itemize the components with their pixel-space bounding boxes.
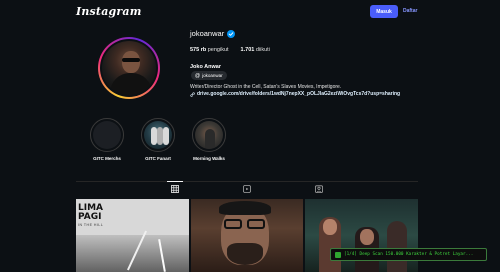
reels-icon[interactable] bbox=[243, 185, 251, 193]
threads-badge[interactable]: @ jokoanwar bbox=[191, 71, 227, 80]
following-label: diikuti bbox=[255, 47, 270, 53]
highlight-cover bbox=[195, 121, 223, 149]
profile-username-row: jokoanwar bbox=[190, 29, 236, 38]
signup-link[interactable]: Daftar bbox=[403, 8, 417, 14]
status-indicator-icon bbox=[335, 251, 341, 258]
highlight-cover bbox=[93, 121, 121, 149]
profile-avatar[interactable] bbox=[98, 37, 160, 99]
post-poster-title: LIMA PAGI bbox=[78, 203, 104, 222]
highlight-label: Morning Walks bbox=[193, 156, 225, 161]
login-button[interactable]: Masuk bbox=[370, 5, 398, 18]
profile-bio: Writer/Director Ghost in the Cell, Satan… bbox=[190, 84, 342, 90]
following-count: 1.701 bbox=[240, 47, 255, 53]
highlight-label: GITC Fanart bbox=[145, 156, 171, 161]
post-thumbnail[interactable] bbox=[190, 199, 304, 272]
post-poster-subtitle: IN THE HILL bbox=[78, 223, 104, 227]
instagram-logo[interactable]: Instagram bbox=[76, 5, 142, 18]
highlight-cover bbox=[144, 121, 172, 149]
profile-link[interactable]: drive.google.com/drive/folders/1wdNj7nep… bbox=[190, 91, 400, 97]
followers-label: pengikut bbox=[207, 47, 229, 53]
profile-link-text: drive.google.com/drive/folders/1wdNj7nep… bbox=[197, 91, 401, 97]
avatar-photo bbox=[102, 41, 156, 95]
highlight-item[interactable]: Morning Walks bbox=[192, 118, 226, 161]
post-thumbnail[interactable]: LIMA PAGI IN THE HILL bbox=[76, 199, 189, 272]
followers-stat[interactable]: 575 rb pengikut bbox=[190, 47, 229, 53]
post-thumbnail[interactable] bbox=[305, 199, 419, 272]
highlight-label: GITC Merchs bbox=[93, 156, 121, 161]
profile-full-name: Joko Anwar bbox=[190, 64, 221, 70]
top-bar: Instagram Masuk Daftar bbox=[0, 0, 500, 24]
scan-status-toast: [1/4] Deep Scan 150.000 Karakter & Potre… bbox=[330, 248, 487, 261]
grid-icon[interactable] bbox=[171, 185, 179, 193]
profile-stats: 575 rb pengikut 1.701 diikuti bbox=[190, 47, 270, 53]
highlight-item[interactable]: GITC Fanart bbox=[141, 118, 175, 161]
story-highlights: GITC Merchs GITC Fanart Morning Walks bbox=[90, 118, 226, 161]
threads-icon: @ bbox=[195, 72, 201, 79]
scan-status-text: [1/4] Deep Scan 150.000 Karakter & Potre… bbox=[344, 252, 474, 257]
tagged-icon[interactable] bbox=[315, 185, 323, 193]
link-icon bbox=[190, 91, 195, 97]
threads-handle: jokoanwar bbox=[202, 73, 223, 78]
verified-badge-icon bbox=[227, 29, 236, 38]
active-tab-indicator bbox=[167, 181, 183, 182]
profile-username: jokoanwar bbox=[190, 29, 225, 38]
followers-count: 575 rb bbox=[190, 47, 207, 53]
following-stat[interactable]: 1.701 diikuti bbox=[241, 47, 270, 53]
posts-grid: LIMA PAGI IN THE HILL bbox=[76, 199, 419, 272]
tabs-divider bbox=[76, 181, 418, 182]
highlight-item[interactable]: GITC Merchs bbox=[90, 118, 124, 161]
